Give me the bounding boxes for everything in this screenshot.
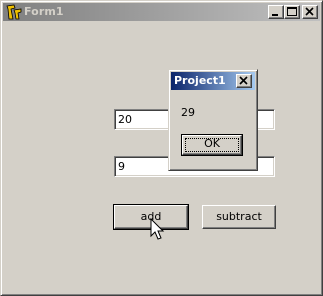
close-icon (305, 7, 314, 16)
dialog-titlebar[interactable]: Project1 (171, 72, 255, 90)
minimize-button[interactable] (268, 5, 284, 19)
dialog-close-button[interactable] (236, 74, 252, 88)
maximize-button[interactable] (284, 5, 300, 19)
main-window-title: Form1 (24, 5, 64, 18)
main-window: Form1 20 9 add subtract (0, 0, 323, 296)
subtract-button[interactable]: subtract (202, 205, 276, 229)
dialog-message: 29 (181, 106, 195, 119)
close-button[interactable] (302, 5, 318, 19)
message-dialog: Project1 29 OK (168, 69, 258, 171)
maximize-icon (287, 7, 297, 16)
close-icon (239, 76, 248, 85)
dialog-title: Project1 (174, 74, 226, 87)
arrow-cursor-icon (150, 218, 165, 240)
minimize-icon (272, 14, 278, 16)
main-titlebar[interactable]: Form1 (3, 3, 320, 21)
ok-button[interactable]: OK (181, 134, 243, 156)
delphi-app-icon (6, 4, 22, 20)
ok-button-label: OK (204, 137, 220, 150)
